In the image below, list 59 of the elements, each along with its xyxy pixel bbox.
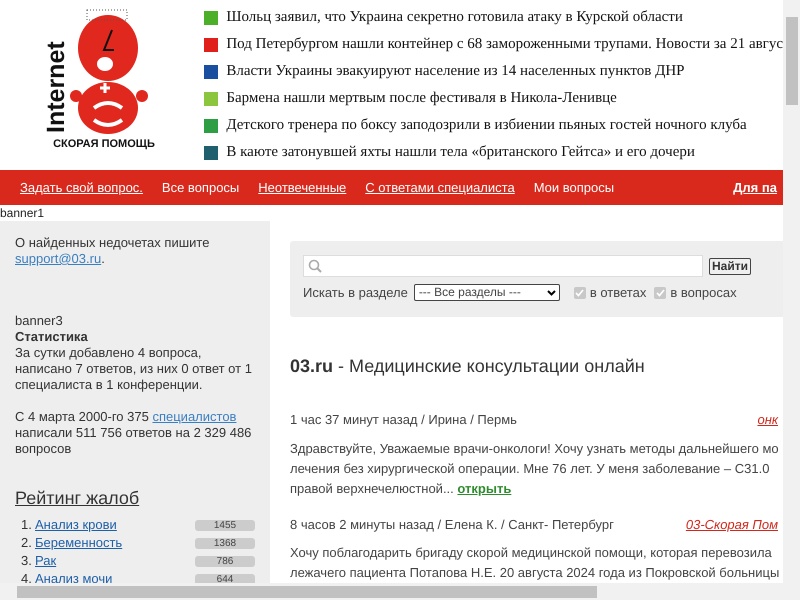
question-meta: 8 часов 2 минуты назад / Елена К. / Санкт- Петербург — [290, 516, 614, 534]
news-link[interactable]: Под Петербургом нашли контейнер с 68 замороженными трупами. Новости за 21 авгус — [226, 33, 783, 56]
rating-link[interactable]: Анализ крови — [35, 517, 117, 533]
question-text: лечения без хирургической операции. Мне 76 лет. У меня заболевание – С31.0 — [290, 460, 770, 476]
count-badge: 1455 — [195, 520, 255, 530]
notice-text: О найденных недочетах пишите support@03.ru. — [15, 235, 210, 267]
news-link[interactable]: Власти Украины эвакуируют население из 14 населенных пунктов ДНР — [226, 60, 685, 83]
chevron-down-icon — [546, 290, 556, 296]
scrollbar-thumb[interactable] — [17, 586, 597, 598]
horizontal-scrollbar[interactable] — [0, 583, 800, 600]
rating-title: Рейтинг жалоб — [15, 487, 140, 509]
checkbox[interactable] — [654, 286, 666, 299]
rank-number: 4. — [21, 571, 33, 583]
nav-link[interactable]: С ответами специалиста — [365, 178, 515, 198]
email-link[interactable]: support@03.ru — [15, 251, 102, 266]
stats-title: Статистика — [15, 329, 89, 345]
question-text: лежачего пациента Потапова Н.Е. 20 августа 2024 года из Покровской больницы — [290, 565, 780, 580]
page-heading: 03.ru - Медицинские консультации онлайн — [290, 355, 646, 378]
logo-drawing: Internet СКОРАЯ ПОМОЩЬ — [42, 8, 162, 150]
checkbox-label: в ответах — [590, 284, 646, 302]
vertical-scrollbar[interactable] — [783, 0, 800, 583]
section-select[interactable]: --- Все разделы --- — [414, 284, 560, 302]
find-button[interactable]: Найти — [709, 258, 751, 274]
question-text: правой верхнечелюстной... — [290, 480, 454, 496]
nav-link[interactable]: Задать свой вопрос. — [20, 178, 143, 198]
nav-link[interactable]: Все вопросы — [162, 178, 240, 198]
news-link[interactable]: В каюте затонувшей яхты нашли тела «британского Гейтса» и его дочери — [226, 141, 695, 164]
count-badge: 644 — [195, 574, 255, 583]
rank-number: 1. — [21, 517, 33, 533]
nav-link[interactable]: Неотвеченные — [258, 178, 346, 198]
banner-label: banner3 — [15, 313, 64, 329]
nav-link[interactable]: Мои вопросы — [534, 178, 614, 198]
news-link[interactable]: Шольц заявил, что Украина секретно готовила атаку в Курской области — [226, 6, 683, 29]
question-text: Здравствуйте, Уважаемые врачи-онкологи! Хочу узнать методы дальнейшего мо — [290, 440, 779, 456]
banner-label: banner1 — [0, 205, 46, 221]
nav-link[interactable]: Для па — [733, 178, 777, 198]
category-link[interactable]: 03-Скорая Пом — [686, 514, 778, 534]
category-link[interactable]: онк — [757, 410, 778, 430]
rank-number: 2. — [21, 535, 33, 551]
specialists-link[interactable]: специалистов — [152, 409, 236, 424]
checkbox-label: в вопросах — [670, 284, 737, 302]
question-meta: 1 час 37 минут назад / Ирина / Пермь — [290, 411, 517, 429]
search-icon — [308, 259, 322, 273]
question-text: Хочу поблагодарить бригаду скорой медицинской помощи, которая перевозила — [290, 545, 772, 560]
open-link[interactable]: открыть — [457, 480, 512, 496]
rank-number: 3. — [21, 553, 33, 569]
section-label: Искать в разделе — [303, 284, 408, 302]
news-link[interactable]: Детского тренера по боксу заподозрили в избиении пьяных гостей ночного клуба — [226, 114, 747, 137]
rating-link[interactable]: Рак — [35, 553, 56, 569]
count-badge: 1368 — [195, 538, 255, 548]
rating-link[interactable]: Беременность — [35, 535, 122, 551]
scrollbar-thumb[interactable] — [786, 17, 798, 105]
rating-link[interactable]: Анализ мочи — [35, 571, 112, 583]
news-link[interactable]: Бармена нашли мертвым после фестиваля в Никола-Ленивце — [226, 87, 617, 110]
search-field[interactable] — [303, 255, 703, 277]
stats-text: За сутки добавлено 4 вопроса, написано 7 ответов, из них 0 ответ от 1 специалиста в 1 конференции. — [15, 345, 253, 393]
count-badge: 786 — [195, 556, 255, 566]
checkbox[interactable] — [574, 286, 586, 299]
since-text: С 4 марта 2000-го 375 специалистов написали 511 756 ответов на 2 329 486 вопросов — [15, 409, 252, 457]
